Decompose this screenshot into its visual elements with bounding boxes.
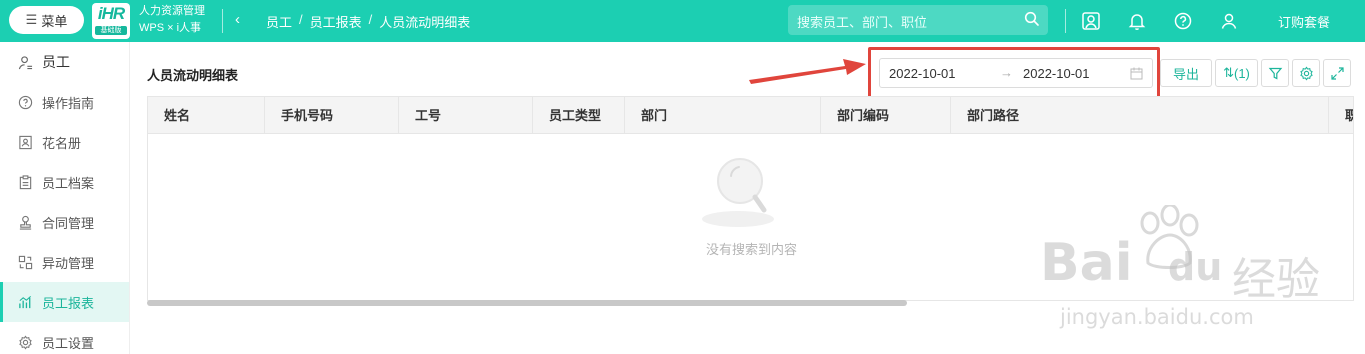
question-icon <box>18 95 33 109</box>
column-header-department[interactable]: 部门 <box>625 97 821 134</box>
empty-state-text: 没有搜索到内容 <box>705 242 797 257</box>
column-header-employee-type[interactable]: 员工类型 <box>533 97 625 134</box>
breadcrumb: 员工 / 员工报表 / 人员流动明细表 <box>266 12 470 31</box>
breadcrumb-employee[interactable]: 员工 <box>266 12 292 31</box>
org-chart-icon[interactable] <box>1081 11 1101 31</box>
sidebar-item-roster[interactable]: 花名册 <box>0 122 129 162</box>
sidebar-item-label: 操作指南 <box>42 95 95 111</box>
sidebar-item-change[interactable]: 异动管理 <box>0 242 129 282</box>
empty-search-icon <box>702 158 774 227</box>
logo-mark: iHR <box>97 4 125 23</box>
sidebar-item-guide[interactable]: 操作指南 <box>0 82 129 122</box>
top-bar: ☰ 菜单 iHR 基础版 人力资源管理 WPS × i人事 ‹ 员工 / 员工报… <box>0 0 1365 42</box>
sidebar-item-label: 员工档案 <box>42 175 95 191</box>
filter-icon <box>1268 67 1282 79</box>
annotation-arrow <box>749 59 866 84</box>
search-placeholder: 搜索员工、部门、职位 <box>797 15 928 30</box>
column-header-department-code[interactable]: 部门编码 <box>821 97 951 134</box>
person-icon <box>18 55 33 69</box>
brand-name: 人力资源管理 WPS × i人事 <box>139 3 205 37</box>
gear-icon <box>19 335 32 349</box>
column-header-position[interactable]: 职 <box>1329 97 1353 134</box>
column-header-employee-id[interactable]: 工号 <box>399 97 533 134</box>
sidebar: 员工 操作指南 花名册 员工档案 合同管理 异动管理 员工报表 员工设置 <box>0 42 130 354</box>
sidebar-item-label: 员工设置 <box>42 335 95 351</box>
divider <box>1065 9 1066 33</box>
change-icon <box>18 255 33 269</box>
bell-icon[interactable] <box>1127 11 1147 31</box>
column-header-name[interactable]: 姓名 <box>148 97 265 134</box>
sidebar-item-label: 异动管理 <box>42 255 95 271</box>
breadcrumb-employee-report[interactable]: 员工报表 <box>310 12 362 31</box>
sidebar-item-employee-report[interactable]: 员工报表 <box>0 282 129 322</box>
breadcrumb-separator: / <box>299 12 303 27</box>
sidebar-item-settings[interactable]: 员工设置 <box>0 322 129 354</box>
column-settings-button[interactable] <box>1292 59 1320 87</box>
export-label: 导出 <box>1172 66 1199 82</box>
breadcrumb-separator: / <box>368 12 373 27</box>
sidebar-item-label: 员工 <box>42 54 70 70</box>
sidebar-item-contract[interactable]: 合同管理 <box>0 202 129 242</box>
brand-line2: WPS × i人事 <box>139 22 202 34</box>
sidebar-item-label: 员工报表 <box>42 295 95 311</box>
help-icon[interactable] <box>1173 11 1193 31</box>
brand-line1: 人力资源管理 <box>139 5 205 17</box>
data-table: 姓名 手机号码 工号 员工类型 部门 部门编码 部门路径 职 没有搜索到内容 <box>147 96 1354 301</box>
column-header-phone[interactable]: 手机号码 <box>265 97 399 134</box>
back-chevron-icon[interactable]: ‹ <box>235 11 240 28</box>
roster-icon <box>19 135 32 149</box>
divider <box>222 9 223 33</box>
sidebar-item-employee[interactable]: 员工 <box>0 42 129 82</box>
subscribe-button[interactable]: 订购套餐 <box>1278 12 1330 31</box>
menu-button[interactable]: ☰ 菜单 <box>9 6 84 34</box>
sort-button[interactable]: ⇅ (1) <box>1215 59 1258 87</box>
search-icon[interactable] <box>1024 11 1040 27</box>
sidebar-item-label: 合同管理 <box>42 215 95 231</box>
stamp-icon <box>19 215 32 230</box>
horizontal-scrollbar[interactable] <box>147 300 907 306</box>
table-header: 姓名 手机号码 工号 员工类型 部门 部门编码 部门路径 职 <box>148 97 1353 134</box>
gear-icon <box>1299 66 1313 80</box>
app-logo[interactable]: iHR 基础版 <box>92 3 130 39</box>
highlight-box <box>868 47 1160 99</box>
hamburger-icon: ☰ <box>25 12 38 27</box>
clipboard-icon <box>19 174 32 189</box>
report-icon <box>19 295 31 308</box>
global-search-input[interactable]: 搜索员工、部门、职位 <box>788 5 1048 35</box>
sort-icon: ⇅ <box>1223 65 1234 80</box>
user-icon[interactable] <box>1219 11 1239 31</box>
export-button[interactable]: 导出 <box>1160 59 1212 87</box>
breadcrumb-current: 人员流动明细表 <box>379 15 471 30</box>
sort-count: (1) <box>1234 65 1250 81</box>
sidebar-item-label: 花名册 <box>42 135 82 151</box>
menu-label: 菜单 <box>41 13 68 29</box>
sidebar-item-archive[interactable]: 员工档案 <box>0 162 129 202</box>
logo-edition: 基础版 <box>95 26 127 35</box>
page-title: 人员流动明细表 <box>147 68 239 83</box>
fullscreen-button[interactable] <box>1323 59 1351 87</box>
expand-icon <box>1330 66 1344 80</box>
column-header-department-path[interactable]: 部门路径 <box>951 97 1329 134</box>
filter-button[interactable] <box>1261 59 1289 87</box>
